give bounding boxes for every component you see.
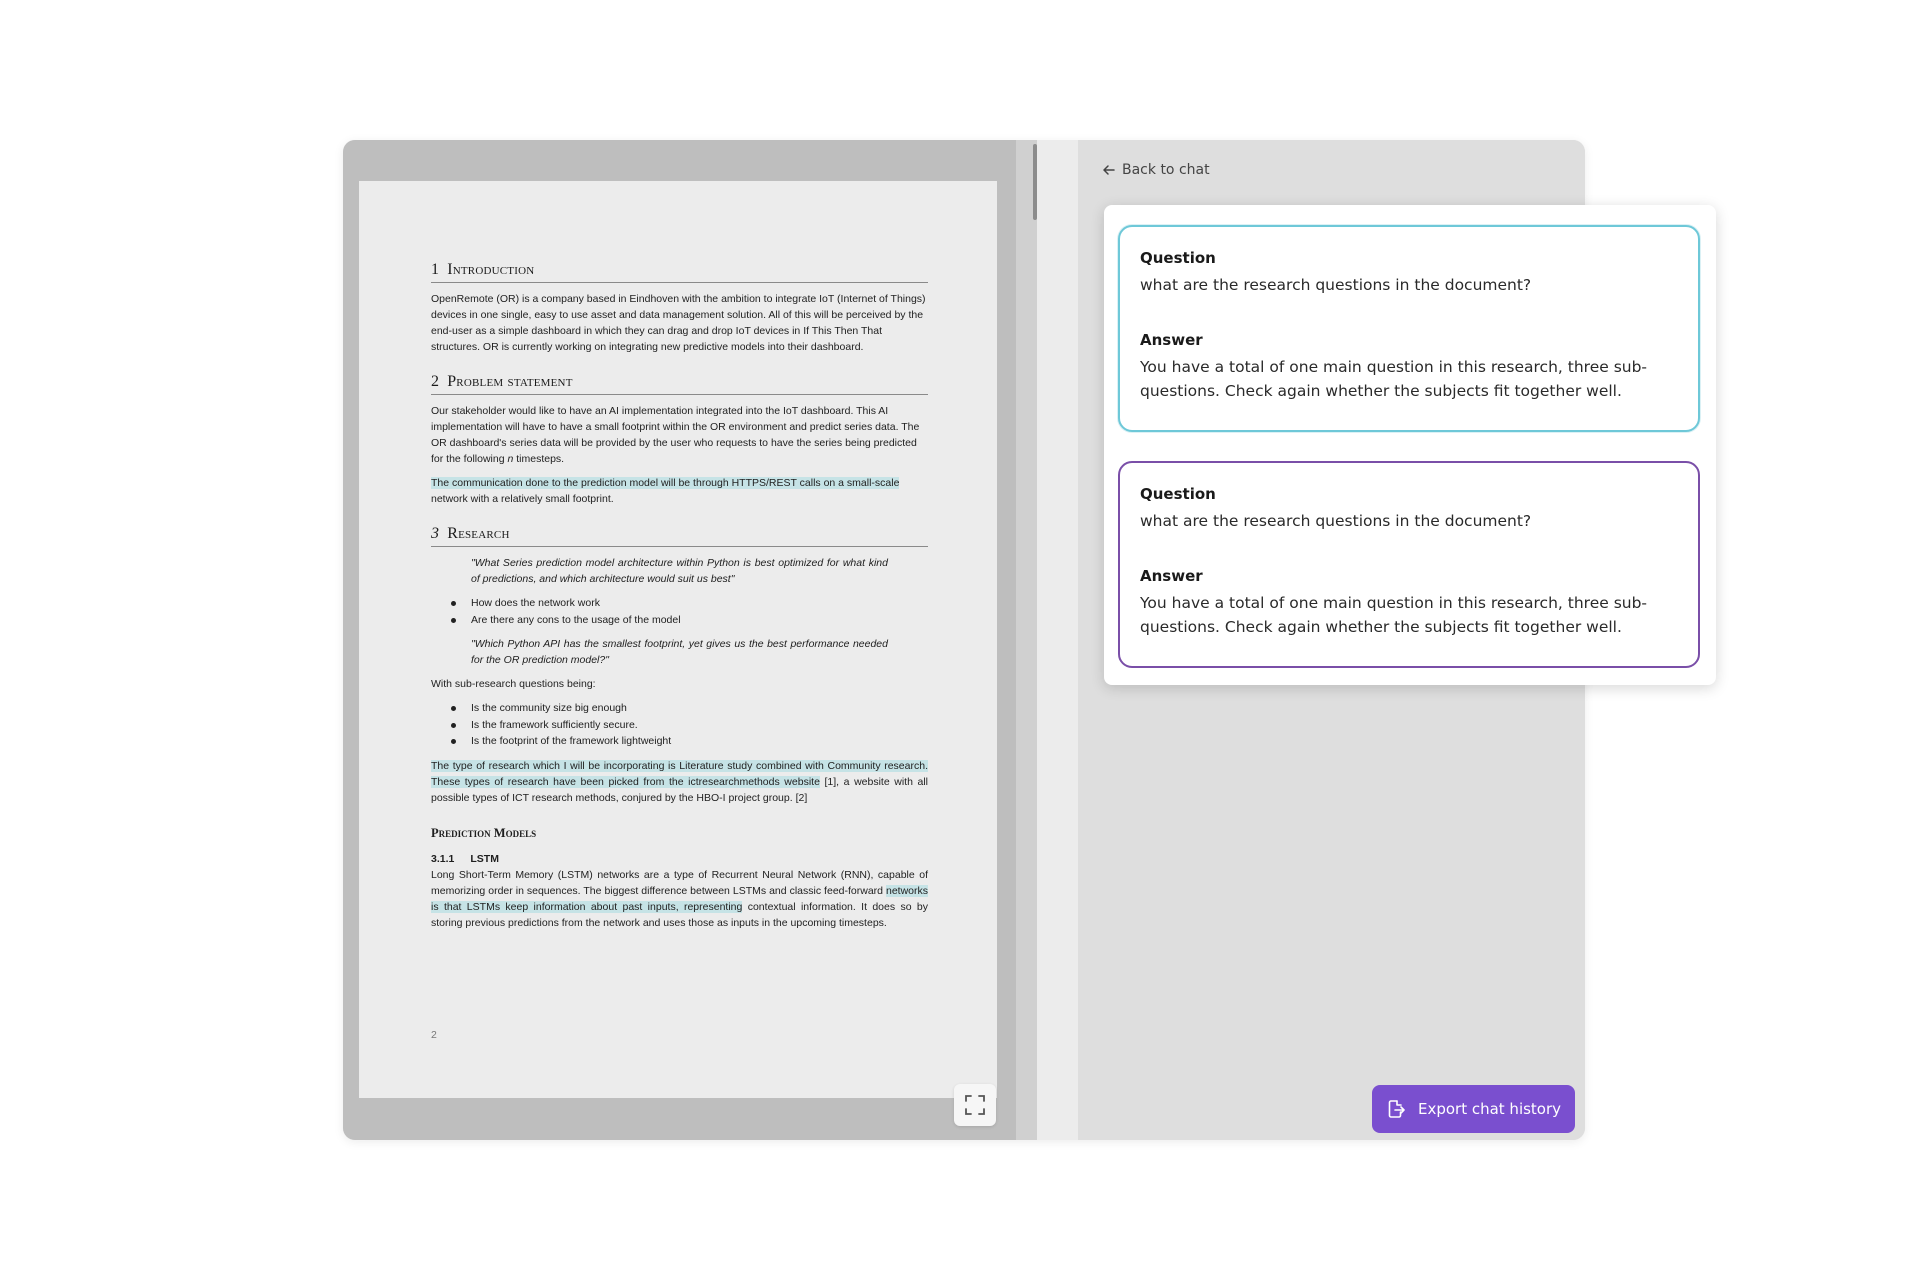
bullet-list: How does the network work Are there any … [451,595,928,628]
page-number: 2 [431,1029,437,1041]
prediction-models-heading: Prediction Models [431,825,537,840]
qa-history-popover: Question what are the research questions… [1104,205,1716,685]
section-title: Research [447,525,510,542]
export-chat-history-button[interactable]: Export chat history [1372,1085,1575,1133]
text-run: Long Short-Term Memory (LSTM) networks a… [431,868,928,897]
answer-text: You have a total of one main question in… [1140,594,1648,636]
list-item: Is the framework sufficiently secure. [451,717,928,734]
answer-label: Answer [1140,567,1203,585]
expand-icon [965,1095,985,1115]
question-text: what are the research questions in the d… [1140,512,1532,530]
subsection-number: 3.1.1 [431,852,455,865]
text-run: Our stakeholder would like to have an AI… [431,405,920,465]
panel-divider[interactable] [1016,140,1037,1140]
text-run: network with a relatively small footprin… [431,493,614,505]
bullet-list: Is the community size big enough Is the … [451,700,928,750]
question-label: Question [1140,249,1216,267]
lstm-heading: 3.1.1 LSTM [431,853,928,865]
list-item: How does the network work [451,595,928,612]
pdf-viewer: 1 Introduction OpenRemote (OR) is a compa… [343,140,1016,1140]
introduction-paragraph: OpenRemote (OR) is a company based in Ei… [431,293,926,353]
list-item: Are there any cons to the usage of the m… [451,612,928,629]
back-to-chat-link[interactable]: Back to chat [1102,162,1210,178]
problem-statement-paragraph-2: The communication done to the prediction… [431,475,928,507]
section-heading-introduction: 1 Introduction [431,261,928,283]
section-title: Problem statement [447,373,573,390]
main-research-question: "What Series prediction model architectu… [471,557,888,585]
pdf-content: 1 Introduction OpenRemote (OR) is a compa… [431,261,928,939]
list-item: Is the footprint of the framework lightw… [451,733,928,750]
highlighted-text: The communication done to the prediction… [431,477,900,489]
answer-label: Answer [1140,331,1203,349]
section-heading-problem-statement: 2 Problem statement [431,373,928,395]
export-icon [1388,1100,1405,1118]
problem-statement-paragraph: Our stakeholder would like to have an AI… [431,403,928,467]
section-heading-research: 3 Research [431,525,928,547]
secondary-research-question: "Which Python API has the smallest footp… [471,638,888,666]
text-run: timesteps. [513,453,565,465]
question-label: Question [1140,485,1216,503]
section-title: Introduction [447,261,535,278]
export-chat-history-label: Export chat history [1417,1100,1562,1118]
section-number: 1 [431,261,440,278]
back-to-chat-label: Back to chat [1122,162,1210,178]
qa-card[interactable]: Question what are the research questions… [1118,461,1700,668]
list-item: Is the community size big enough [451,700,928,717]
section-number: 2 [431,373,440,390]
qa-card[interactable]: Question what are the research questions… [1118,225,1700,432]
subsection-title: LSTM [470,852,499,865]
arrow-left-icon [1103,165,1115,175]
sub-research-intro: With sub-research questions being: [431,678,596,690]
research-method-paragraph: The type of research which I will be inc… [431,758,928,806]
expand-button[interactable] [954,1084,996,1126]
question-text: what are the research questions in the d… [1140,276,1532,294]
answer-text: You have a total of one main question in… [1140,358,1648,400]
pdf-page: 1 Introduction OpenRemote (OR) is a compa… [359,181,997,1098]
lstm-paragraph: Long Short-Term Memory (LSTM) networks a… [431,867,928,931]
scroll-track [1037,140,1078,1140]
section-number: 3 [431,525,440,542]
